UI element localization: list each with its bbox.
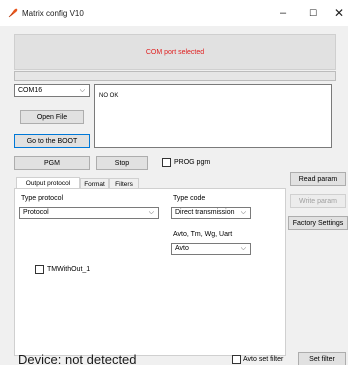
com-port-select[interactable]: COM16 ⌵ [14, 84, 90, 97]
avto-select[interactable]: Avto ⌵ [171, 243, 251, 255]
pgm-button[interactable]: PGM [14, 156, 90, 170]
type-code-select[interactable]: Direct transmission ⌵ [171, 207, 251, 219]
type-protocol-label: Type protocol [21, 195, 64, 202]
title-bar: Matrix config V10 – ☐ ✕ [0, 0, 348, 26]
window-title: Matrix config V10 [22, 9, 84, 18]
avto-value: Avto [175, 245, 189, 252]
type-code-label: Type code [173, 195, 206, 202]
minimize-button[interactable]: – [270, 4, 296, 22]
maximize-button[interactable]: ☐ [300, 4, 326, 22]
feather-app-icon [8, 8, 18, 18]
open-file-button[interactable]: Open File [20, 110, 84, 124]
factory-settings-button[interactable]: Factory Settings [288, 216, 348, 230]
go-boot-button[interactable]: Go to the BOOT [14, 134, 90, 148]
chevron-down-icon: ⌵ [240, 209, 246, 216]
type-protocol-value: Protocol [23, 209, 49, 216]
close-button[interactable]: ✕ [326, 4, 348, 22]
write-param-button[interactable]: Write param [290, 194, 346, 208]
avto-label: Avto, Tm, Wg, Uart [173, 231, 233, 238]
output-protocol-panel: Type protocol Protocol ⌵ Type code Direc… [14, 188, 286, 356]
avto-set-filter-label: Avto set filter [243, 356, 284, 363]
read-param-button[interactable]: Read param [290, 172, 346, 186]
com-port-value: COM16 [18, 87, 43, 94]
chevron-down-icon: ⌵ [240, 245, 246, 252]
log-output[interactable]: NO OK [94, 84, 332, 148]
chevron-down-icon: ⌵ [79, 87, 85, 94]
tm-without-label: TMWithOut_1 [47, 266, 91, 273]
status-panel: COM port selected [14, 34, 336, 70]
device-status: Device: not detected [18, 352, 137, 365]
status-message: COM port selected [145, 49, 205, 56]
main-panel: COM port selected COM16 ⌵ NO OK Open Fil… [0, 26, 348, 365]
set-filter-button[interactable]: Set filter [298, 352, 346, 365]
prog-pgm-label: PROG pgm [174, 159, 211, 166]
chevron-down-icon: ⌵ [148, 209, 154, 216]
prog-pgm-checkbox[interactable] [162, 158, 171, 167]
stop-button[interactable]: Stop [96, 156, 148, 170]
progress-bar [14, 71, 336, 81]
tm-without-checkbox[interactable] [35, 265, 44, 274]
avto-set-filter-checkbox[interactable] [232, 355, 241, 364]
type-code-value: Direct transmission [175, 209, 235, 216]
type-protocol-select[interactable]: Protocol ⌵ [19, 207, 159, 219]
